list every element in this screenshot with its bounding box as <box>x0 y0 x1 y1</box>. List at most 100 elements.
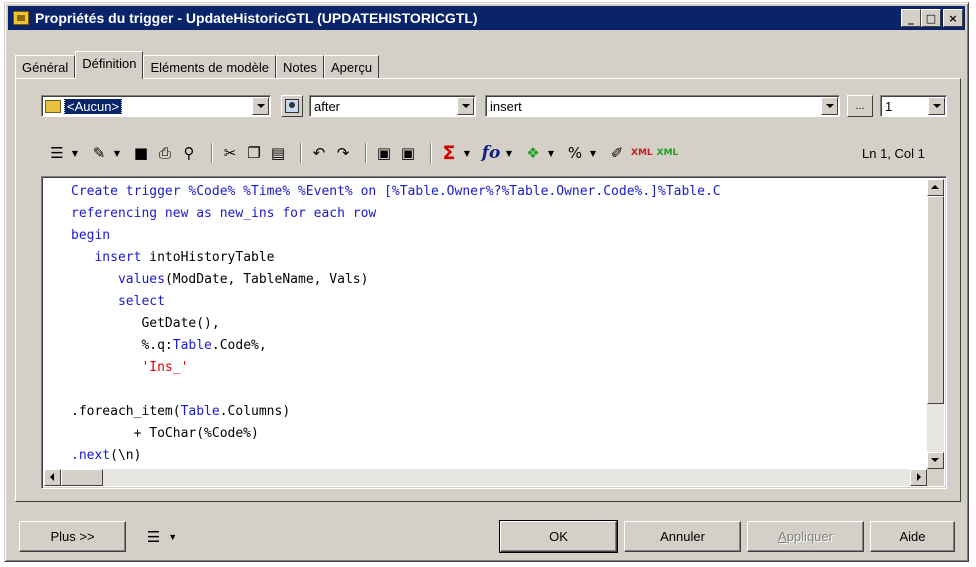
code-token: Table <box>180 404 220 419</box>
code-token: intoHistoryTable <box>141 250 275 265</box>
code-line: .next(\n) <box>71 445 921 467</box>
code-line: begin <box>71 225 921 247</box>
undo-icon[interactable]: ↶ <box>309 142 329 164</box>
maximize-button[interactable]: □ <box>921 9 941 27</box>
ok-button[interactable]: OK <box>499 520 618 553</box>
ok-button-label: OK <box>549 529 568 544</box>
user-button[interactable] <box>281 95 303 117</box>
code-text[interactable]: Create trigger %Code% %Time% %Event% on … <box>71 181 921 467</box>
editor-toolbar: ☰ ▼ ✎ ▼ ■ ⎙ ⚲ ✂ ❐ ▤ ↶ ↷ ▣ ▣ Σ ▼ fo ▼ ❖ ▼… <box>47 141 682 165</box>
help-button[interactable]: Aide <box>870 521 955 552</box>
time-select[interactable]: after <box>309 95 476 117</box>
window-title: Propriétés du trigger - UpdateHistoricGT… <box>35 10 478 26</box>
template-icon <box>45 99 61 113</box>
code-token: .foreach_item( <box>71 404 181 419</box>
find-icon[interactable]: ⚲ <box>179 142 199 164</box>
redo-icon[interactable]: ↷ <box>333 142 353 164</box>
code-token: referencing new as new_ins for each row <box>71 206 377 221</box>
insert-file-icon[interactable]: ▣ <box>374 142 394 164</box>
code-line: insert intoHistoryTable <box>71 247 921 269</box>
cancel-button[interactable]: Annuler <box>624 521 741 552</box>
toolbar-separator <box>211 143 212 163</box>
chevron-down-icon[interactable] <box>821 97 838 115</box>
list-icon: ☰ <box>146 527 161 546</box>
template-select[interactable]: <Aucun> <box>41 95 271 117</box>
help-button-label: Aide <box>899 529 926 544</box>
chevron-down-icon[interactable]: ▼ <box>547 142 555 164</box>
chevron-down-icon[interactable]: ▼ <box>113 142 121 164</box>
apply-button[interactable]: Appliquer <box>747 521 864 552</box>
code-line: GetDate(), <box>71 313 921 335</box>
more-button[interactable]: Plus >> <box>19 521 126 552</box>
chevron-down-icon[interactable] <box>252 97 269 115</box>
pencil-icon[interactable]: ✐ <box>607 142 627 164</box>
chevron-down-icon[interactable] <box>457 97 474 115</box>
horizontal-scrollbar[interactable] <box>44 469 927 486</box>
list-icon[interactable]: ☰ <box>47 142 67 164</box>
scroll-up-button[interactable] <box>927 179 944 196</box>
horizontal-scroll-thumb[interactable] <box>61 469 103 486</box>
code-line: %.q:Table.Code%, <box>71 335 921 357</box>
xml-green-icon[interactable]: XML <box>657 142 679 164</box>
edit-icon[interactable]: ✎ <box>89 142 109 164</box>
code-token: + ToChar(%Code%) <box>71 426 259 441</box>
code-token: .Columns) <box>219 404 291 419</box>
sigma-icon[interactable]: Σ <box>439 142 459 164</box>
cursor-position: Ln 1, Col 1 <box>862 146 925 161</box>
code-token: Table <box>172 338 212 353</box>
code-token: .Code%, <box>211 338 267 353</box>
code-line: values(ModDate, TableName, Vals) <box>71 269 921 291</box>
tab-notes[interactable]: Notes <box>275 55 324 79</box>
code-token: %.q: <box>71 338 173 353</box>
event-select-value: insert <box>490 98 522 114</box>
chevron-down-icon[interactable] <box>928 97 945 115</box>
title-bar[interactable]: Propriétés du trigger - UpdateHistoricGT… <box>8 6 965 30</box>
scroll-left-button[interactable] <box>44 469 61 486</box>
code-token: .next <box>71 448 111 463</box>
tab-general[interactable]: Général <box>15 55 76 79</box>
order-select-value: 1 <box>885 98 893 114</box>
vertical-scrollbar[interactable] <box>927 179 944 469</box>
scroll-right-button[interactable] <box>910 469 927 486</box>
toolbar-separator <box>365 143 366 163</box>
print-icon[interactable]: ⎙ <box>155 142 175 164</box>
close-button[interactable]: × <box>943 9 963 27</box>
save-icon[interactable]: ■ <box>131 142 151 164</box>
template-select-value: <Aucun> <box>64 98 123 114</box>
minimize-button[interactable]: _ <box>901 9 921 27</box>
order-select[interactable]: 1 <box>880 95 947 117</box>
chevron-down-icon[interactable]: ▼ <box>463 142 471 164</box>
code-line: 'Ins_' <box>71 357 921 379</box>
xml-red-icon[interactable]: XML <box>631 142 653 164</box>
vertical-scroll-thumb[interactable] <box>927 196 944 404</box>
ellipsis-button[interactable]: ... <box>847 95 873 117</box>
copy-icon[interactable]: ❐ <box>244 142 264 164</box>
chevron-down-icon: ▼ <box>168 531 178 542</box>
chevron-down-icon[interactable]: ▼ <box>589 142 597 164</box>
tab-definition[interactable]: Définition <box>75 51 144 79</box>
event-select[interactable]: insert <box>485 95 840 117</box>
code-token: (ModDate, TableName, Vals) <box>164 272 369 287</box>
tab-model-elements[interactable]: Eléments de modèle <box>143 55 276 79</box>
function-icon[interactable]: fo <box>481 142 501 164</box>
user-icon <box>285 99 299 113</box>
code-token: 'Ins_' <box>141 360 189 375</box>
code-token: (\n) <box>110 448 142 463</box>
export-file-icon[interactable]: ▣ <box>398 142 418 164</box>
percent-icon[interactable]: % <box>565 142 585 164</box>
code-token: insert <box>94 250 142 265</box>
toolbar-separator <box>430 143 431 163</box>
code-editor[interactable]: Create trigger %Code% %Time% %Event% on … <box>41 176 947 489</box>
tree-icon[interactable]: ❖ <box>523 142 543 164</box>
scroll-down-button[interactable] <box>927 452 944 469</box>
options-menu-button[interactable]: ☰ ▼ <box>137 521 187 552</box>
tab-strip: Général Définition Eléments de modèle No… <box>15 51 380 79</box>
chevron-down-icon[interactable]: ▼ <box>505 142 513 164</box>
chevron-down-icon[interactable]: ▼ <box>71 142 79 164</box>
tab-preview[interactable]: Aperçu <box>323 55 380 79</box>
cut-icon[interactable]: ✂ <box>220 142 240 164</box>
paste-icon[interactable]: ▤ <box>268 142 288 164</box>
apply-button-label: Appliquer <box>778 529 833 544</box>
